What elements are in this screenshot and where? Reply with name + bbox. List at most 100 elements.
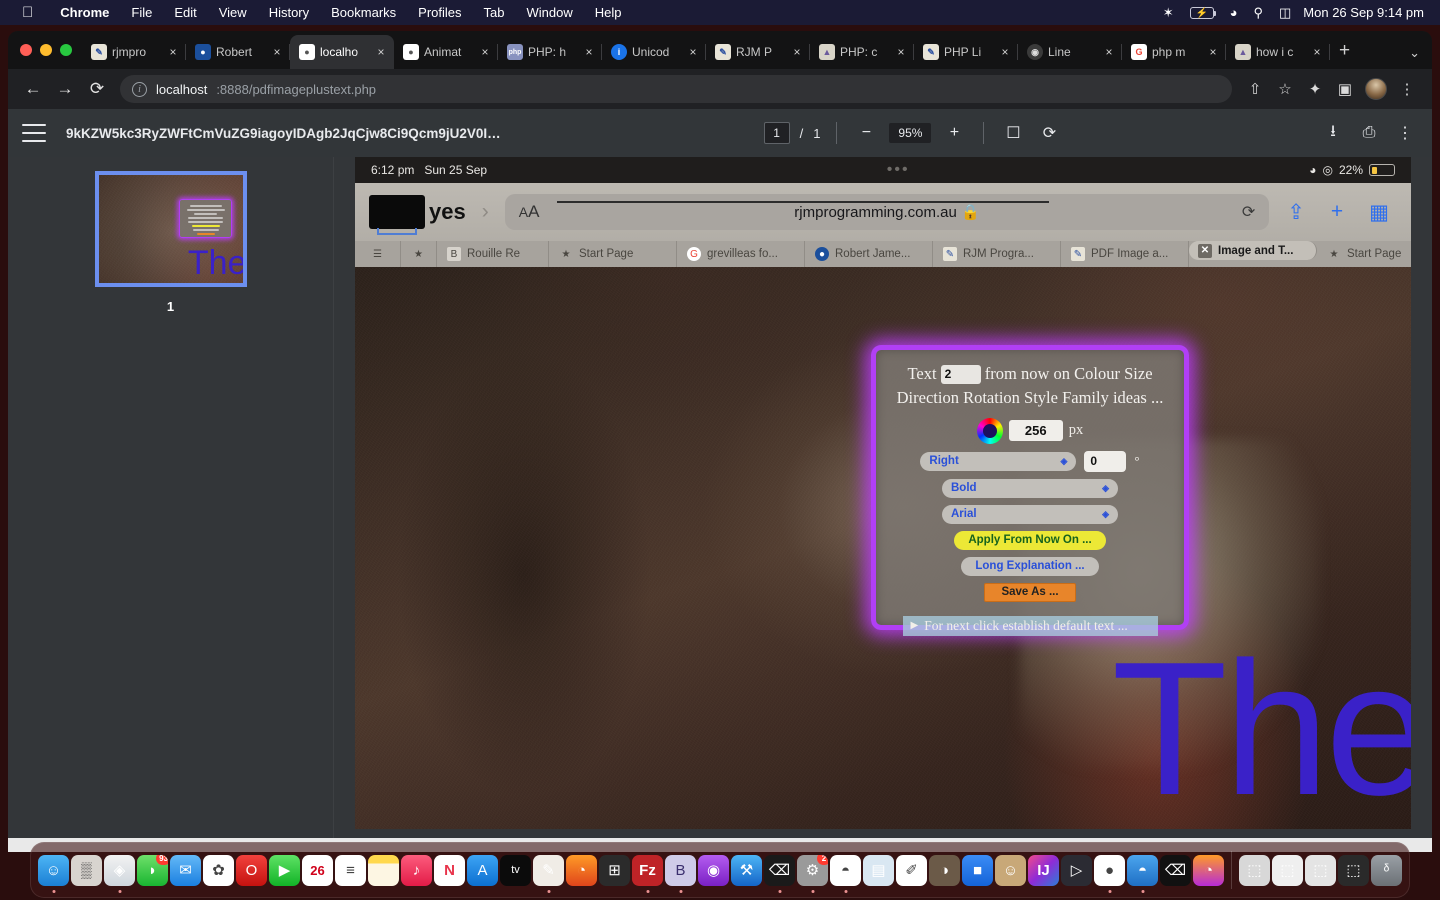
ipad-tab-start-page-1[interactable]: ★ Start Page: [549, 241, 677, 267]
reload-button[interactable]: ⟳: [82, 74, 112, 104]
tab-close-icon[interactable]: ×: [998, 45, 1012, 59]
reload-icon[interactable]: ⟳: [1242, 202, 1255, 222]
apply-from-now-on-button[interactable]: Apply From Now On ...: [954, 530, 1106, 550]
dock-item-calculator[interactable]: ⊞: [599, 854, 630, 886]
close-icon[interactable]: ✕: [1198, 243, 1212, 258]
dock-item-gimp[interactable]: ◑: [929, 854, 960, 886]
tab-php-h[interactable]: php PHP: h ×: [498, 35, 602, 69]
ipad-tab-bookmarks[interactable]: ☰: [355, 241, 401, 267]
finder-icon[interactable]: ☺: [38, 854, 69, 886]
dock-item-mamp-pro[interactable]: ◓: [1127, 854, 1158, 893]
dock-item-facetime[interactable]: ▶: [269, 854, 300, 886]
messages-icon[interactable]: ◗ 93: [137, 854, 168, 886]
menu-item-file[interactable]: File: [120, 5, 163, 20]
direction-select[interactable]: Right ◈: [920, 451, 1077, 471]
zoom-app-icon[interactable]: ■: [962, 854, 993, 886]
tab-localhost[interactable]: ● localho ×: [290, 35, 394, 69]
dock-item-zoom-app[interactable]: ■: [962, 854, 993, 886]
tab-close-icon[interactable]: ×: [166, 45, 180, 59]
tab-close-icon[interactable]: ×: [478, 45, 492, 59]
firefox-2-icon[interactable]: ◔: [1193, 854, 1224, 886]
minimized-window-1-icon[interactable]: ⬚: [1239, 854, 1270, 886]
dock-item-minimized-window-3[interactable]: ⬚: [1305, 854, 1336, 886]
dock-item-safari[interactable]: ◈: [104, 854, 135, 893]
quicktime-icon[interactable]: ▷: [1061, 854, 1092, 886]
ipad-tab-pdf-image[interactable]: ✎ PDF Image a...: [1061, 241, 1189, 267]
dock-item-music[interactable]: ♪: [401, 854, 432, 886]
size-input[interactable]: 256: [1008, 420, 1063, 442]
style-select[interactable]: Bold ◈: [942, 478, 1118, 498]
menu-item-edit[interactable]: Edit: [163, 5, 207, 20]
photos-icon[interactable]: ✿: [203, 854, 234, 886]
minimized-window-4-icon[interactable]: ⬚: [1338, 854, 1369, 886]
dock-item-quicktime[interactable]: ▷: [1061, 854, 1092, 886]
dock-item-paint-app[interactable]: ✎: [533, 854, 564, 893]
ipad-tab-start-star[interactable]: ★: [401, 241, 437, 267]
dock-item-system-settings[interactable]: ⚙ 2: [797, 854, 828, 893]
default-text-hint-bar[interactable]: ▶ For next click establish default text …: [902, 615, 1158, 636]
tab-close-icon[interactable]: ×: [894, 45, 908, 59]
contacts-icon[interactable]: ☺: [995, 854, 1026, 886]
dock-item-minimized-window-4[interactable]: ⬚: [1338, 854, 1369, 886]
tab-php-li[interactable]: ✎ PHP Li ×: [914, 35, 1018, 69]
fit-page-icon[interactable]: ☐: [1000, 120, 1026, 146]
dock-item-opera[interactable]: O: [236, 854, 267, 886]
menu-item-chrome[interactable]: Chrome: [49, 5, 120, 20]
apple-menu-icon[interactable]: : [22, 5, 33, 20]
rotate-icon[interactable]: ⟳: [1036, 120, 1062, 146]
close-window-button[interactable]: [20, 44, 32, 56]
dock-item-notes[interactable]: [368, 854, 399, 886]
launchpad-icon[interactable]: ▒: [71, 854, 102, 886]
menubar-clock[interactable]: Mon 26 Sep 9:14 pm: [1299, 5, 1430, 20]
dock-item-bbedit[interactable]: B: [665, 854, 696, 893]
dock-item-firefox-2[interactable]: ◔: [1193, 854, 1224, 886]
reminders-icon[interactable]: ≡: [335, 854, 366, 886]
dock-item-chrome-app[interactable]: ●: [1094, 854, 1125, 893]
dock-item-minimized-window-1[interactable]: ⬚: [1239, 854, 1270, 886]
print-icon[interactable]: ⎙: [1356, 120, 1382, 146]
mail-icon[interactable]: ✉: [170, 854, 201, 886]
dock-item-trash[interactable]: ᵟ: [1371, 854, 1402, 886]
menu-item-tab[interactable]: Tab: [473, 5, 516, 20]
zoom-level-value[interactable]: 95%: [889, 123, 932, 143]
forward-button[interactable]: →: [50, 74, 80, 104]
address-bar[interactable]: i localhost:8888/pdfimageplustext.php: [120, 75, 1232, 103]
dock-item-textedit[interactable]: ✐: [896, 854, 927, 886]
chrome-app-icon[interactable]: ●: [1094, 854, 1125, 886]
notes-icon[interactable]: [368, 854, 399, 886]
dock-item-intellij[interactable]: IJ: [1028, 854, 1059, 886]
bookmark-star-icon[interactable]: ☆: [1270, 74, 1300, 104]
tab-how-i-c[interactable]: ▲ how i c ×: [1226, 35, 1330, 69]
dock-item-preview[interactable]: ▤: [863, 854, 894, 886]
ipad-tab-overview-icon[interactable]: ▦: [1361, 200, 1397, 225]
intellij-icon[interactable]: IJ: [1028, 854, 1059, 886]
ipad-address-bar[interactable]: AA rjmprogramming.com.au 🔒 ⟳: [504, 194, 1270, 230]
pdf-page-input[interactable]: 1: [763, 122, 790, 144]
download-icon[interactable]: ⭳: [1320, 120, 1346, 146]
tab-php-m[interactable]: G php m ×: [1122, 35, 1226, 69]
menu-item-profiles[interactable]: Profiles: [407, 5, 472, 20]
opera-icon[interactable]: O: [236, 854, 267, 886]
tab-close-icon[interactable]: ×: [270, 45, 284, 59]
bbedit-icon[interactable]: B: [665, 854, 696, 886]
mamp-pro-icon[interactable]: ◓: [1127, 854, 1158, 886]
minimized-window-2-icon[interactable]: ⬚: [1272, 854, 1303, 886]
hamburger-menu-icon[interactable]: [22, 124, 46, 142]
tab-close-icon[interactable]: ×: [686, 45, 700, 59]
back-button[interactable]: ←: [18, 74, 48, 104]
dock-item-minimized-window-2[interactable]: ⬚: [1272, 854, 1303, 886]
tab-close-icon[interactable]: ×: [1102, 45, 1116, 59]
side-panel-icon[interactable]: ▣: [1330, 74, 1360, 104]
long-explanation-button[interactable]: Long Explanation ...: [961, 556, 1099, 576]
tab-robert[interactable]: ● Robert ×: [186, 35, 290, 69]
dock-item-messages[interactable]: ◗ 93: [137, 854, 168, 886]
tab-rjmpro[interactable]: ✎ rjmpro ×: [82, 35, 186, 69]
text-count-input[interactable]: 2: [940, 365, 981, 384]
app-store-icon[interactable]: A: [467, 854, 498, 886]
ipad-tab-start-page-2[interactable]: ★ Start Page: [1317, 241, 1411, 267]
tab-close-icon[interactable]: ×: [374, 45, 388, 59]
ipad-tab-image-and-text[interactable]: ✕ Image and T...: [1189, 241, 1317, 260]
tab-close-icon[interactable]: ×: [582, 45, 596, 59]
dock-item-app-store[interactable]: A: [467, 854, 498, 886]
extensions-puzzle-icon[interactable]: ✦: [1300, 74, 1330, 104]
